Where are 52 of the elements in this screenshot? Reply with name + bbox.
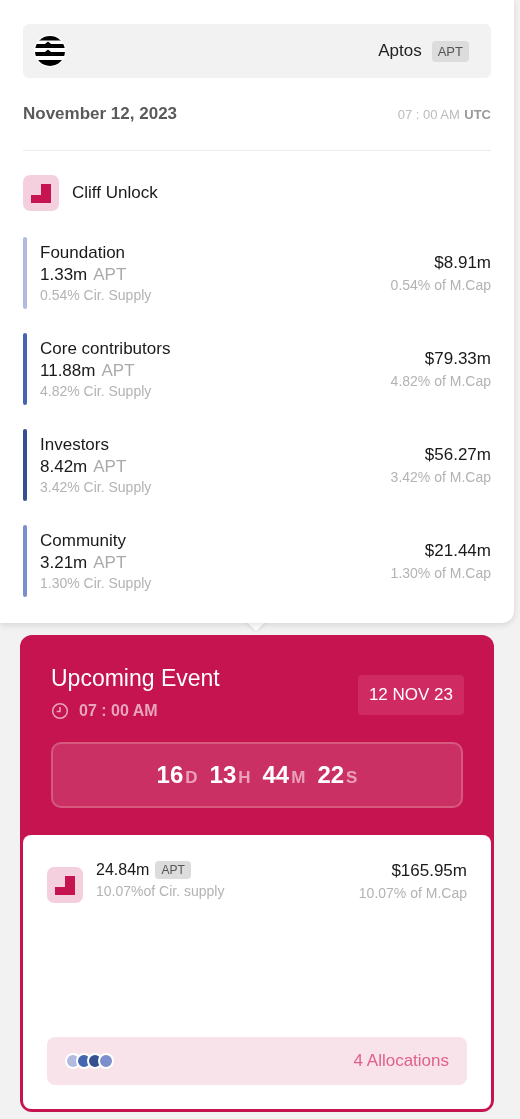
countdown-unit: S (346, 768, 358, 788)
market-cap-share: 10.07% of M.Cap (358, 885, 467, 901)
token-unit: APT (93, 265, 127, 285)
token-name: Aptos (378, 41, 422, 61)
countdown-value: 44 (262, 761, 290, 789)
allocation-name: Investors (40, 435, 110, 455)
allocations-count[interactable]: 4 Allocations (353, 1051, 449, 1071)
event-date: November 12, 2023 (23, 104, 178, 124)
token-amount: 1.33m (40, 265, 88, 285)
token-symbol: APT (155, 861, 191, 879)
token-amount: 8.42m (40, 457, 88, 477)
usd-value: $79.33m (424, 349, 491, 369)
supply-share: 3.42% Cir. Supply (40, 479, 153, 495)
token-logo-icon (33, 34, 67, 68)
market-cap-share: 3.42% of M.Cap (390, 469, 491, 485)
supply-share: 4.82% Cir. Supply (40, 383, 153, 399)
date-badge: 12 NOV 23 (357, 675, 464, 715)
event-time: 07 : 00 AM (79, 702, 158, 720)
token-unit: APT (93, 553, 127, 573)
unlock-icon (23, 175, 59, 211)
allocation-name: Foundation (40, 243, 127, 263)
unlock-amount: 24.84m (96, 861, 150, 879)
token-symbol: APT (431, 40, 469, 62)
event-title: Upcoming Event (51, 665, 220, 692)
unlock-value: $165.95m (391, 861, 467, 881)
token-unit: APT (93, 457, 127, 477)
allocations-bar[interactable]: 4 Allocations (47, 1037, 467, 1085)
supply-share: 10.07%of Cir. supply (96, 883, 226, 899)
unlock-icon (47, 867, 83, 903)
market-cap-share: 4.82% of M.Cap (390, 373, 491, 389)
timezone-label: UTC (464, 107, 491, 122)
countdown-unit: H (238, 768, 251, 788)
token-amount: 3.21m (40, 553, 88, 573)
countdown-unit: M (291, 768, 306, 788)
countdown-value: 22 (317, 761, 345, 789)
allocation-name: Community (40, 531, 127, 551)
usd-value: $8.91m (434, 253, 491, 273)
countdown-unit: D (185, 768, 198, 788)
market-cap-share: 1.30% of M.Cap (390, 565, 491, 581)
supply-share: 1.30% Cir. Supply (40, 575, 153, 591)
unlock-type: Cliff Unlock (72, 183, 158, 203)
event-time: 07 : 00 AM (397, 107, 460, 122)
clock-icon (51, 702, 69, 720)
supply-share: 0.54% Cir. Supply (40, 287, 153, 303)
token-amount: 11.88m (40, 361, 96, 381)
token-unit: APT (101, 361, 135, 381)
usd-value: $21.44m (424, 541, 491, 561)
countdown-value: 13 (209, 761, 237, 789)
usd-value: $56.27m (424, 445, 491, 465)
allocation-name: Core contributors (40, 339, 172, 359)
market-cap-share: 0.54% of M.Cap (390, 277, 491, 293)
countdown-value: 16 (156, 761, 184, 789)
